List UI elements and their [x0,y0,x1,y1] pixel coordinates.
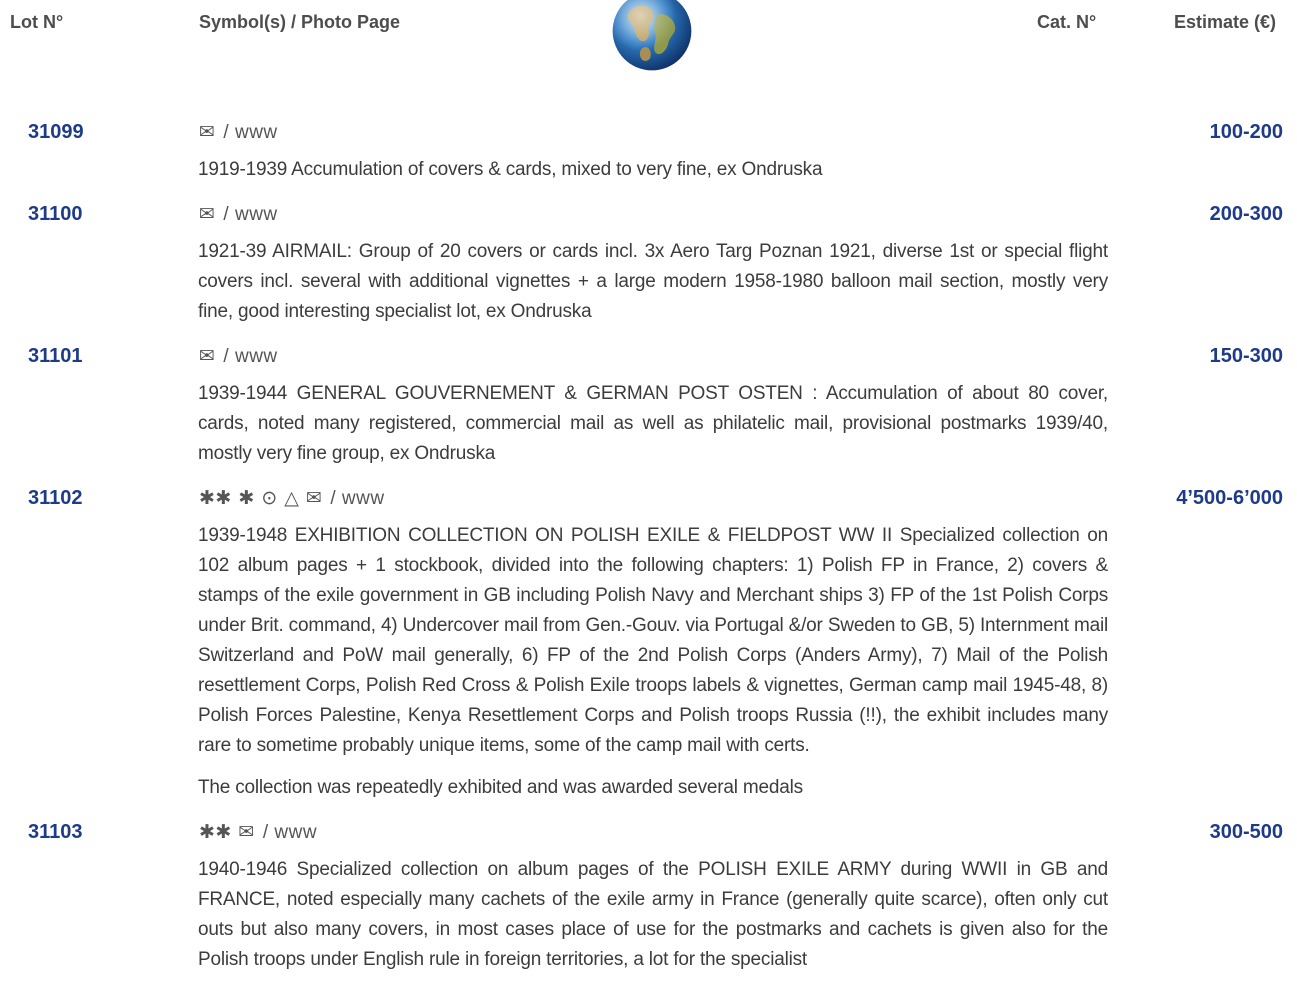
lot-entry: 31099 ✉ / www 100-200 1919-1939 Accumulat… [0,117,1297,185]
lot-description: 1940-1946 Specialized collection on albu… [198,859,1108,970]
lot-list: 31099 ✉ / www 100-200 1919-1939 Accumulat… [0,117,1297,989]
lot-symbols: ✉ / www [199,199,1297,229]
lot-number[interactable]: 31103 [28,817,83,847]
condition-symbols: ✉ [199,203,216,225]
lot-symbols: ✉ / www [199,341,1297,371]
lot-description-note: The collection was repeatedly exhibited … [198,777,803,798]
photo-page-link[interactable]: / www [223,346,277,367]
condition-symbols: ✱✱ ✉ [199,821,255,843]
condition-symbols: ✉ [199,345,216,367]
lot-number[interactable]: 31102 [28,483,83,513]
globe-icon [612,0,692,71]
lot-symbols: ✱✱ ✱ ⊙ △ ✉ / www [199,483,1297,513]
lot-number-header: Lot N° [10,12,64,32]
lot-estimate: 200-300 [1209,203,1283,225]
photo-page-link[interactable]: / www [223,122,277,143]
photo-page-link[interactable]: / www [330,488,384,509]
lot-estimate: 4’500-6’000 [1176,487,1283,509]
column-header: Lot N° Symbol(s) / Photo Page Cat. N° Es… [0,0,1297,80]
catalogue-number-header: Cat. N° [1037,12,1097,32]
lot-estimate: 150-300 [1209,345,1283,367]
photo-page-link[interactable]: / www [263,822,317,843]
lot-entry: 31102 ✱✱ ✱ ⊙ △ ✉ / www 4’500-6’000 1939-1… [0,483,1297,803]
lot-description: 1939-1944 GENERAL GOUVERNEMENT & GERMAN … [198,383,1108,464]
lot-description: 1921-39 AIRMAIL: Group of 20 covers or c… [198,241,1108,322]
lot-number[interactable]: 31101 [28,341,83,371]
lot-estimate: 100-200 [1209,121,1283,143]
lot-entry: 31100 ✉ / www 200-300 1921-39 AIRMAIL: Gr… [0,199,1297,327]
symbols-header: Symbol(s) / Photo Page [199,12,401,32]
lot-entry: 31103 ✱✱ ✉ / www 300-500 1940-1946 Specia… [0,817,1297,975]
condition-symbols: ✉ [199,121,216,143]
estimate-header: Estimate (€) [1174,12,1277,32]
lot-number[interactable]: 31099 [28,117,84,147]
lot-description: 1939-1948 EXHIBITION COLLECTION ON POLIS… [198,525,1108,756]
lot-estimate: 300-500 [1209,821,1283,843]
lot-symbols: ✉ / www [199,117,1297,147]
lot-number[interactable]: 31100 [28,199,83,229]
lot-description: 1919-1939 Accumulation of covers & cards… [198,159,823,180]
photo-page-link[interactable]: / www [223,204,277,225]
lot-symbols: ✱✱ ✉ / www [199,817,1297,847]
condition-symbols: ✱✱ ✱ ⊙ △ ✉ [199,487,323,509]
lot-entry: 31101 ✉ / www 150-300 1939-1944 GENERAL G… [0,341,1297,469]
